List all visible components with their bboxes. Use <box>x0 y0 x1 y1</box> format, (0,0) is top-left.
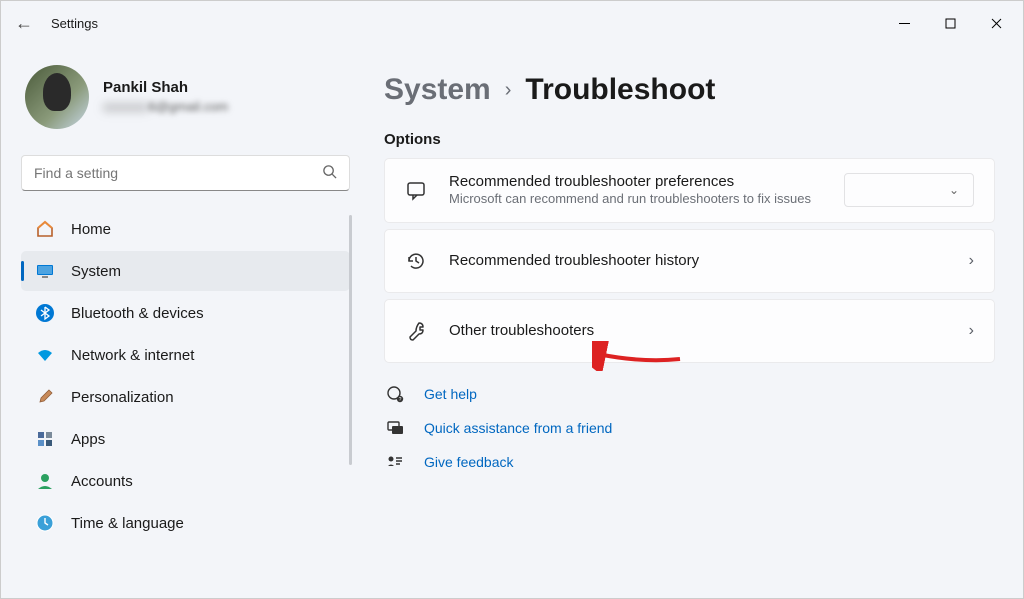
minimize-button[interactable] <box>881 6 927 40</box>
sidebar-item-label: Personalization <box>71 389 174 406</box>
sidebar-item-label: Network & internet <box>71 347 194 364</box>
sidebar-item-label: Accounts <box>71 473 133 490</box>
link-quick-assist[interactable]: Quick assistance from a friend <box>384 419 995 437</box>
card-title: Recommended troubleshooter preferences <box>449 173 822 190</box>
sidebar-item-personalization[interactable]: Personalization <box>21 377 350 417</box>
feedback-icon <box>384 453 406 471</box>
profile-email: xxxxxxx6@gmail.com <box>103 98 228 116</box>
page-title: Troubleshoot <box>525 73 715 107</box>
account-icon <box>35 471 55 491</box>
maximize-button[interactable] <box>927 6 973 40</box>
sidebar-item-system[interactable]: System <box>21 251 350 291</box>
sidebar-item-label: Apps <box>71 431 105 448</box>
card-title: Other troubleshooters <box>449 322 947 339</box>
close-button[interactable] <box>973 6 1019 40</box>
sidebar-item-label: Time & language <box>71 515 184 532</box>
link-label: Quick assistance from a friend <box>424 420 612 436</box>
wrench-icon <box>405 320 427 342</box>
sidebar-item-accounts[interactable]: Accounts <box>21 461 350 501</box>
card-title: Recommended troubleshooter history <box>449 252 947 269</box>
link-feedback[interactable]: Give feedback <box>384 453 995 471</box>
section-heading: Options <box>384 131 995 148</box>
link-label: Get help <box>424 386 477 402</box>
history-icon <box>405 250 427 272</box>
chevron-down-icon: ⌄ <box>949 183 959 197</box>
card-history[interactable]: Recommended troubleshooter history › <box>384 229 995 293</box>
profile-name: Pankil Shah <box>103 78 228 98</box>
network-icon <box>35 345 55 365</box>
assist-icon <box>384 419 406 437</box>
sidebar-item-time[interactable]: Time & language <box>21 503 350 543</box>
help-icon: ? <box>384 385 406 403</box>
avatar <box>25 65 89 129</box>
card-other-troubleshooters[interactable]: Other troubleshooters › <box>384 299 995 363</box>
main-content: System › Troubleshoot Options Recommende… <box>356 45 1023 598</box>
profile-block[interactable]: Pankil Shah xxxxxxx6@gmail.com <box>21 65 350 129</box>
footer-links: ? Get help Quick assistance from a frien… <box>384 385 995 471</box>
apps-icon <box>35 429 55 449</box>
search-field[interactable] <box>34 165 314 181</box>
link-label: Give feedback <box>424 454 514 470</box>
svg-text:?: ? <box>399 397 402 403</box>
time-icon <box>35 513 55 533</box>
sidebar-item-label: Home <box>71 221 111 238</box>
brush-icon <box>35 387 55 407</box>
card-subtitle: Microsoft can recommend and run troubles… <box>449 190 822 208</box>
bluetooth-icon <box>35 303 55 323</box>
sidebar: Pankil Shah xxxxxxx6@gmail.com Home Sy <box>1 45 356 598</box>
card-recommended-preferences[interactable]: Recommended troubleshooter preferences M… <box>384 158 995 223</box>
system-icon <box>35 261 55 281</box>
window-controls <box>881 6 1019 40</box>
breadcrumb-parent[interactable]: System <box>384 73 491 107</box>
chevron-right-icon: › <box>969 252 974 270</box>
link-get-help[interactable]: ? Get help <box>384 385 995 403</box>
chat-icon <box>405 179 427 201</box>
title-bar: ← Settings <box>1 1 1023 45</box>
preferences-dropdown[interactable]: ⌄ <box>844 173 974 207</box>
scrollbar[interactable] <box>349 215 352 465</box>
sidebar-item-bluetooth[interactable]: Bluetooth & devices <box>21 293 350 333</box>
chevron-right-icon: › <box>505 79 512 102</box>
sidebar-item-home[interactable]: Home <box>21 209 350 249</box>
search-input[interactable] <box>21 155 350 191</box>
nav: Home System Bluetooth & devices Network … <box>21 209 350 543</box>
sidebar-item-label: Bluetooth & devices <box>71 305 204 322</box>
sidebar-item-network[interactable]: Network & internet <box>21 335 350 375</box>
app-title: Settings <box>51 16 98 31</box>
chevron-right-icon: › <box>969 322 974 340</box>
search-icon <box>322 164 337 182</box>
sidebar-item-label: System <box>71 263 121 280</box>
back-arrow-icon[interactable]: ← <box>15 13 33 34</box>
home-icon <box>35 219 55 239</box>
sidebar-item-apps[interactable]: Apps <box>21 419 350 459</box>
breadcrumb: System › Troubleshoot <box>384 73 995 107</box>
